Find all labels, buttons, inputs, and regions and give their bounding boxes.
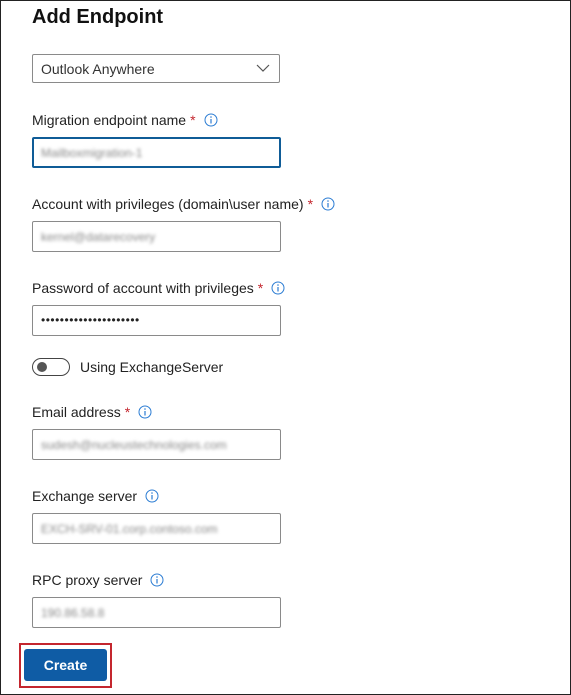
- add-endpoint-panel: [0, 0, 571, 695]
- info-icon[interactable]: [145, 489, 159, 503]
- required-marker: *: [124, 404, 131, 420]
- password-input[interactable]: •••••••••••••••••••••: [32, 305, 281, 336]
- info-icon[interactable]: [204, 113, 218, 127]
- info-icon[interactable]: [150, 573, 164, 587]
- endpoint-type-value: Outlook Anywhere: [41, 61, 155, 77]
- exchange-server-input[interactable]: EXCH-SRV-01.corp.contoso.com: [32, 513, 281, 544]
- migration-name-label: Migration endpoint name *: [32, 112, 218, 128]
- info-icon[interactable]: [138, 405, 152, 419]
- input-value: •••••••••••••••••••••: [41, 313, 140, 327]
- label-text: Account with privileges (domain\user nam…: [32, 196, 304, 212]
- rpc-proxy-label: RPC proxy server: [32, 572, 164, 588]
- migration-name-input[interactable]: Mailboxmigration-1: [32, 137, 281, 168]
- account-input[interactable]: kernel@datarecovery: [32, 221, 281, 252]
- chevron-down-icon: [256, 64, 270, 72]
- required-marker: *: [257, 280, 264, 296]
- exchange-server-label: Exchange server: [32, 488, 159, 504]
- input-value: EXCH-SRV-01.corp.contoso.com: [41, 522, 218, 536]
- email-label: Email address *: [32, 404, 152, 420]
- input-value: 190.86.58.8: [41, 606, 105, 620]
- exchange-server-toggle[interactable]: [32, 358, 70, 376]
- account-label: Account with privileges (domain\user nam…: [32, 196, 335, 212]
- label-text: RPC proxy server: [32, 572, 143, 588]
- page-title: Add Endpoint: [32, 6, 164, 28]
- rpc-proxy-input[interactable]: 190.86.58.8: [32, 597, 281, 628]
- label-text: Email address: [32, 404, 121, 420]
- input-value: sudesh@nucleustechnologies.com: [41, 438, 227, 452]
- password-label: Password of account with privileges *: [32, 280, 285, 296]
- info-icon[interactable]: [271, 281, 285, 295]
- required-marker: *: [307, 196, 314, 212]
- email-input[interactable]: sudesh@nucleustechnologies.com: [32, 429, 281, 460]
- input-value: kernel@datarecovery: [41, 230, 156, 244]
- toggle-label: Using ExchangeServer: [80, 359, 224, 375]
- input-value: Mailboxmigration-1: [41, 146, 143, 160]
- info-icon[interactable]: [321, 197, 335, 211]
- toggle-knob: [37, 362, 47, 372]
- label-text: Migration endpoint name: [32, 112, 187, 128]
- endpoint-type-dropdown[interactable]: Outlook Anywhere: [32, 54, 280, 83]
- required-marker: *: [190, 112, 196, 128]
- label-text: Password of account with privileges: [32, 280, 254, 296]
- label-text: Exchange server: [32, 488, 138, 504]
- create-button[interactable]: Create: [24, 649, 107, 681]
